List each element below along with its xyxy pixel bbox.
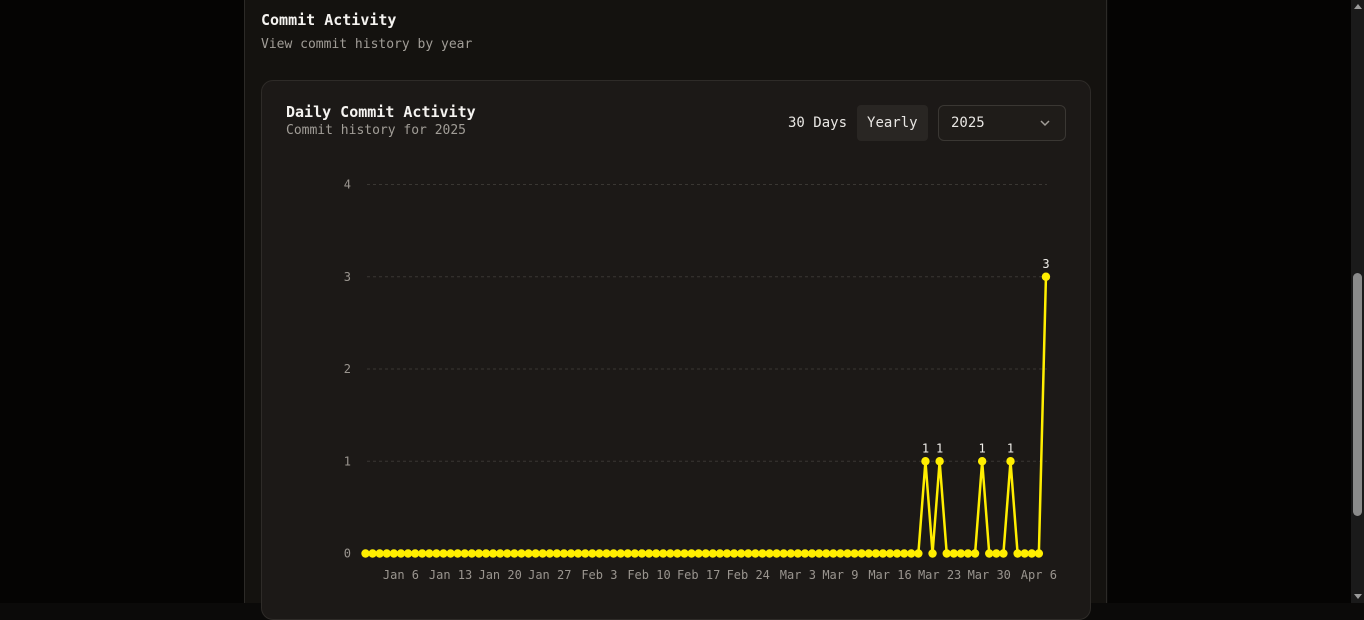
data-point <box>999 549 1008 558</box>
left-background <box>0 0 244 603</box>
x-tick-label: Feb 24 <box>727 568 770 582</box>
x-tick-label: Feb 10 <box>627 568 670 582</box>
y-tick-label: 3 <box>344 270 351 284</box>
main-panel: Commit Activity View commit history by y… <box>244 0 1107 620</box>
data-label: 1 <box>979 441 986 455</box>
section-title: Commit Activity <box>261 11 397 29</box>
scroll-down-arrow-icon[interactable] <box>1354 594 1362 599</box>
x-tick-label: Mar 9 <box>822 568 858 582</box>
data-point <box>921 457 930 466</box>
x-tick-label: Jan 6 <box>383 568 419 582</box>
x-tick-label: Jan 13 <box>429 568 472 582</box>
x-tick-label: Jan 20 <box>478 568 521 582</box>
data-point <box>935 457 944 466</box>
data-point <box>977 457 987 466</box>
data-label: 1 <box>936 441 943 455</box>
data-point <box>1041 272 1051 281</box>
scroll-up-arrow-icon[interactable] <box>1354 4 1362 9</box>
x-tick-label: Mar 3 <box>780 568 816 582</box>
right-background <box>1108 0 1351 603</box>
data-point <box>914 549 923 558</box>
data-point <box>928 549 937 558</box>
y-tick-label: 0 <box>344 547 351 561</box>
y-tick-label: 1 <box>344 454 351 468</box>
y-tick-label: 2 <box>344 362 351 376</box>
data-label: 1 <box>1007 441 1014 455</box>
data-label: 1 <box>922 441 929 455</box>
page-scrollbar[interactable] <box>1351 0 1364 603</box>
data-point <box>1034 549 1044 558</box>
data-point <box>970 549 980 558</box>
x-tick-label: Mar 16 <box>868 568 911 582</box>
data-label: 3 <box>1042 257 1049 271</box>
x-tick-label: Feb 3 <box>581 568 617 582</box>
x-tick-label: Jan 27 <box>528 568 571 582</box>
data-point <box>1006 457 1015 466</box>
x-tick-label: Mar 23 <box>918 568 961 582</box>
x-tick-label: Mar 30 <box>968 568 1011 582</box>
x-tick-label: Apr 6 <box>1021 568 1057 582</box>
commit-line-chart: 0 1 2 3 4 Jan 6 Jan 13 Jan 20 Jan 27 Feb 3 Feb 10 F… <box>344 178 1057 583</box>
x-tick-label: Feb 17 <box>677 568 720 582</box>
scrollbar-thumb[interactable] <box>1353 273 1362 516</box>
series-line <box>365 276 1048 555</box>
commit-activity-card: Daily Commit Activity Commit history for… <box>261 80 1091 620</box>
y-tick-label: 4 <box>344 178 351 192</box>
section-subtitle: View commit history by year <box>261 37 473 52</box>
